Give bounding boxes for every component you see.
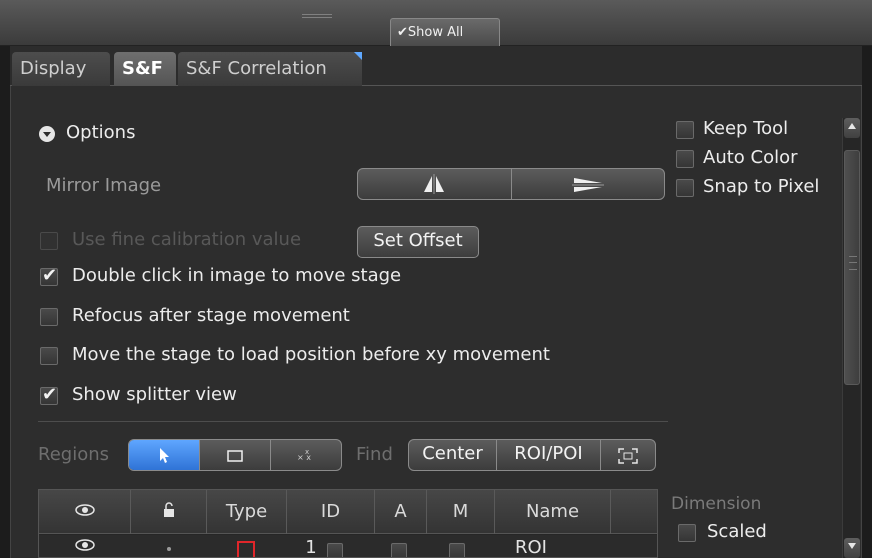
table-header: Type ID A M Name (39, 490, 657, 534)
column-visibility[interactable] (39, 490, 131, 534)
column-type-label: Type (225, 501, 268, 522)
column-id[interactable]: ID (287, 490, 375, 534)
checkmark-icon: ✔ (42, 384, 58, 405)
fit-frame-button[interactable] (601, 440, 655, 470)
eye-icon (74, 504, 95, 516)
set-offset-label: Set Offset (373, 230, 463, 251)
fit-frame-icon (618, 448, 638, 464)
drag-grip-icon[interactable] (302, 14, 332, 18)
row-id-checkbox[interactable] (327, 543, 343, 557)
column-m-label: M (452, 501, 469, 522)
rectangle-tool-button[interactable] (200, 440, 271, 470)
row-id: 1 (305, 537, 317, 558)
show-all-toggle[interactable]: ✔Show All (390, 18, 500, 46)
column-type[interactable]: Type (207, 490, 287, 534)
scroll-down-button[interactable] (844, 538, 860, 558)
mirror-horizontal-button[interactable] (358, 169, 512, 199)
fine-calibration-checkbox[interactable] (40, 232, 58, 250)
svg-text:x: x (305, 448, 309, 456)
load-position-checkbox[interactable] (40, 347, 58, 365)
tab-sf-correlation-label: S&F Correlation (186, 58, 327, 79)
row-name: ROI (515, 537, 547, 558)
mirror-vertical-icon (571, 178, 604, 192)
tab-display-label: Display (20, 58, 87, 79)
double-click-move-checkbox[interactable]: ✔ (40, 265, 58, 286)
scatter-points-icon: × x x (297, 448, 311, 462)
mirror-horizontal-icon (424, 174, 445, 194)
fine-calibration-label: Use fine calibration value (72, 229, 302, 250)
load-position-label: Move the stage to load position before x… (72, 344, 550, 365)
find-label: Find (356, 444, 393, 465)
scroll-thumb[interactable] (844, 150, 860, 385)
tab-corner-marker (354, 52, 362, 60)
refocus-checkbox[interactable] (40, 308, 58, 326)
mirror-image-segmented (357, 168, 665, 200)
row-a-checkbox[interactable] (391, 543, 407, 557)
checkmark-icon: ✔ (42, 265, 58, 286)
keep-tool-checkbox[interactable] (676, 121, 694, 139)
rectangle-icon (227, 450, 243, 462)
scaled-label: Scaled (707, 521, 767, 542)
column-a-label: A (394, 501, 407, 522)
regions-label: Regions (38, 444, 109, 465)
vertical-scrollbar[interactable] (842, 118, 860, 558)
pointer-icon (160, 448, 169, 463)
roi-poi-button[interactable]: ROI/POI (497, 440, 601, 470)
tab-bar: Display S&F S&F Correlation (10, 46, 862, 86)
lock-icon (163, 502, 174, 517)
collapse-circle-icon[interactable] (38, 125, 56, 143)
tab-display[interactable]: Display (12, 52, 110, 86)
dimension-label: Dimension (671, 494, 762, 514)
table-row[interactable]: 1 ROI (39, 535, 657, 558)
column-name[interactable]: Name (495, 490, 611, 534)
pointer-tool-button[interactable] (129, 440, 200, 470)
column-m[interactable]: M (427, 490, 495, 534)
row-type-rectangle-icon (237, 541, 255, 557)
points-tool-button[interactable]: × x x (271, 440, 341, 470)
splitter-view-checkbox[interactable]: ✔ (40, 384, 58, 405)
row-lock-dot[interactable] (167, 547, 171, 551)
scroll-thumb-grip (849, 256, 857, 270)
regions-table: Type ID A M Name 1 ROI (38, 489, 658, 558)
snap-to-pixel-checkbox[interactable] (676, 179, 694, 197)
mirror-vertical-button[interactable] (512, 169, 665, 199)
keep-tool-label: Keep Tool (703, 118, 789, 139)
center-button[interactable]: Center (409, 440, 497, 470)
options-section-label[interactable]: Options (66, 122, 135, 143)
tab-sf[interactable]: S&F (114, 52, 176, 86)
auto-color-label: Auto Color (703, 147, 798, 168)
scaled-checkbox[interactable] (678, 524, 696, 542)
scroll-up-button[interactable] (844, 118, 860, 138)
scroll-down-icon (848, 543, 856, 549)
auto-color-checkbox[interactable] (676, 150, 694, 168)
regions-tool-group: × x x (128, 439, 342, 471)
panel-header: ✔Show All (0, 0, 872, 46)
mirror-image-label: Mirror Image (46, 175, 162, 196)
double-click-move-label: Double click in image to move stage (72, 265, 402, 286)
column-name-label: Name (525, 501, 580, 522)
column-filler (611, 490, 657, 534)
tab-sf-label: S&F (122, 58, 163, 79)
column-a[interactable]: A (375, 490, 427, 534)
splitter-view-label: Show splitter view (72, 384, 237, 405)
column-lock[interactable] (131, 490, 207, 534)
roi-poi-label: ROI/POI (514, 443, 583, 464)
row-m-checkbox[interactable] (449, 543, 465, 557)
set-offset-button[interactable]: Set Offset (357, 226, 479, 258)
find-button-group: Center ROI/POI (408, 439, 656, 471)
show-all-label: ✔Show All (397, 25, 464, 40)
scroll-up-icon (848, 123, 856, 129)
refocus-label: Refocus after stage movement (72, 305, 350, 326)
row-eye-icon[interactable] (75, 538, 95, 552)
tab-sf-correlation[interactable]: S&F Correlation (178, 52, 362, 86)
column-id-label: ID (320, 501, 341, 522)
center-label: Center (422, 443, 483, 464)
snap-to-pixel-label: Snap to Pixel (703, 176, 820, 197)
section-divider (38, 421, 668, 422)
